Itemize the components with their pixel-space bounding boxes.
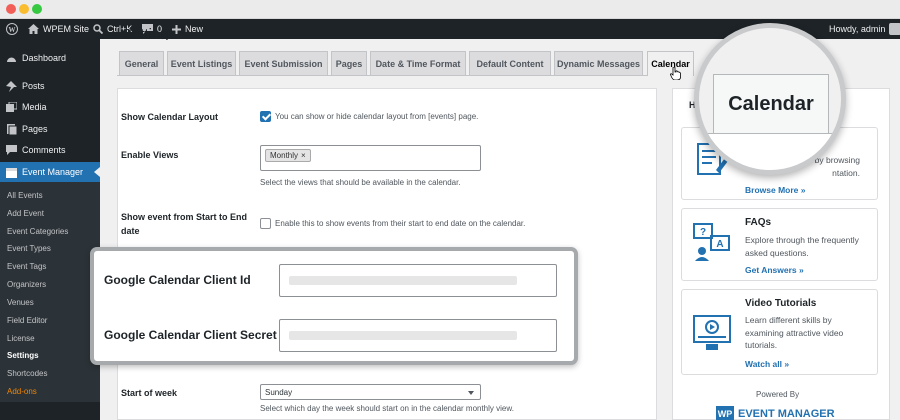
video-tutorial-icon	[693, 315, 731, 350]
calendar-tab-magnifier: Calendar	[694, 23, 846, 175]
google-client-id-label: Google Calendar Client Id	[104, 273, 251, 287]
close-window-button[interactable]	[6, 4, 16, 14]
start-to-end-checkbox[interactable]	[260, 218, 271, 229]
masked-value	[289, 331, 517, 340]
start-of-week-select[interactable]: Sunday	[260, 384, 481, 400]
magnified-calendar-tab: Calendar	[713, 74, 829, 134]
sidebar-item-event-manager[interactable]: Event Manager	[0, 162, 100, 182]
svg-text:W: W	[9, 26, 16, 34]
browse-more-link[interactable]: Browse More »	[745, 185, 805, 195]
hand-cursor-icon	[670, 67, 681, 80]
video-tutorials-desc: Learn different skills by examining attr…	[745, 315, 844, 350]
pin-icon	[6, 80, 17, 92]
submenu-shortcodes[interactable]: Shortcodes	[7, 369, 47, 378]
faqs-card: ? A FAQs Explore through the frequently …	[681, 208, 878, 281]
google-client-id-input[interactable]	[279, 264, 557, 297]
start-of-week-label: Start of week	[121, 388, 178, 398]
get-answers-link[interactable]: Get Answers »	[745, 265, 804, 275]
remove-tag-icon[interactable]: ×	[301, 151, 306, 160]
submenu-all-events[interactable]: All Events	[7, 191, 43, 200]
avatar	[889, 23, 900, 35]
submenu-event-categories[interactable]: Event Categories	[7, 227, 68, 236]
show-calendar-layout-description: You can show or hide calendar layout fro…	[275, 112, 479, 121]
tab-general[interactable]: General	[119, 51, 164, 75]
brand-logo-icon: WP EVENT MANAGER	[716, 406, 835, 420]
submenu-event-tags[interactable]: Event Tags	[7, 262, 46, 271]
minimize-window-button[interactable]	[19, 4, 29, 14]
settings-tabs: General Event Listings Event Submission …	[117, 51, 694, 76]
chevron-down-icon	[468, 391, 474, 395]
wordpress-icon: W	[6, 23, 18, 35]
powered-by-label: Powered By	[756, 390, 800, 399]
submenu-field-editor[interactable]: Field Editor	[7, 316, 47, 325]
submenu-add-event[interactable]: Add Event	[7, 209, 44, 218]
video-tutorials-title: Video Tutorials	[745, 298, 817, 309]
faq-icon: ? A	[693, 223, 730, 261]
page-title: Settings	[122, 26, 177, 40]
dashboard-icon	[7, 57, 16, 62]
enable-views-help: Select the views that should be availabl…	[260, 178, 461, 187]
pages-icon	[7, 123, 17, 135]
video-tutorials-card: Video Tutorials Learn different skills b…	[681, 289, 878, 375]
sidebar-item-media[interactable]: Media	[0, 97, 100, 117]
tab-event-listings[interactable]: Event Listings	[167, 51, 236, 75]
start-of-week-help: Select which day the week should start o…	[260, 404, 514, 413]
start-to-end-label: Show event from Start to End date	[121, 212, 248, 236]
search-icon	[93, 24, 103, 34]
masked-value	[289, 276, 517, 285]
user-menu[interactable]: Howdy, admin	[829, 19, 900, 39]
sidebar-item-comments[interactable]: Comments	[0, 140, 100, 160]
maximize-window-button[interactable]	[32, 4, 42, 14]
svg-text:A: A	[716, 239, 723, 250]
wp-event-manager-logo: WP EVENT MANAGER	[716, 402, 846, 420]
tab-date-time-format[interactable]: Date & Time Format	[370, 51, 466, 75]
submenu-venues[interactable]: Venues	[7, 298, 34, 307]
submenu-settings[interactable]: Settings	[7, 351, 39, 360]
sidebar-item-posts[interactable]: Posts	[0, 76, 100, 96]
media-icon	[6, 101, 17, 112]
enable-views-multiselect[interactable]: Monthly ×	[260, 145, 481, 171]
view-tag-monthly: Monthly ×	[265, 149, 311, 162]
comment-icon	[6, 144, 17, 155]
sidebar-item-pages[interactable]: Pages	[0, 119, 100, 139]
wordpress-logo[interactable]: W	[6, 19, 18, 39]
google-client-secret-label: Google Calendar Client Secret	[104, 328, 277, 342]
start-to-end-description: Enable this to show events from their st…	[275, 219, 526, 228]
faqs-desc: Explore through the frequently asked que…	[745, 235, 859, 258]
sidebar-item-dashboard[interactable]: Dashboard	[0, 48, 100, 68]
admin-sidebar: Dashboard Posts Media Pages Comments Eve…	[0, 39, 100, 420]
calendar-icon	[6, 167, 17, 178]
submenu-event-types[interactable]: Event Types	[7, 244, 51, 253]
active-menu-arrow	[94, 167, 100, 177]
tab-event-submission[interactable]: Event Submission	[239, 51, 328, 75]
google-client-secret-input[interactable]	[279, 319, 557, 352]
google-calendar-callout: Google Calendar Client Id Google Calenda…	[90, 247, 578, 365]
submenu-license[interactable]: License	[7, 334, 35, 343]
event-manager-submenu: All Events Add Event Event Categories Ev…	[0, 182, 100, 402]
tab-pages[interactable]: Pages	[331, 51, 367, 75]
tab-default-content[interactable]: Default Content	[469, 51, 551, 75]
watch-all-link[interactable]: Watch all »	[745, 359, 789, 369]
window-titlebar	[0, 0, 900, 19]
new-content-link[interactable]: New	[172, 19, 203, 39]
enable-views-label: Enable Views	[121, 150, 179, 160]
faqs-title: FAQs	[745, 217, 772, 228]
submenu-add-ons[interactable]: Add-ons	[7, 387, 37, 396]
svg-text:EVENT MANAGER: EVENT MANAGER	[738, 408, 835, 420]
home-icon	[28, 24, 39, 34]
svg-text:WP: WP	[718, 409, 733, 419]
show-calendar-layout-checkbox[interactable]	[260, 111, 271, 122]
site-name: WPEM Site	[43, 24, 90, 34]
show-calendar-layout-label: Show Calendar Layout	[121, 112, 219, 122]
user-greeting: Howdy, admin	[829, 24, 886, 34]
submenu-organizers[interactable]: Organizers	[7, 280, 46, 289]
tab-dynamic-messages[interactable]: Dynamic Messages	[554, 51, 643, 75]
svg-text:?: ?	[700, 227, 706, 238]
site-name-link[interactable]: WPEM Site	[28, 19, 89, 39]
